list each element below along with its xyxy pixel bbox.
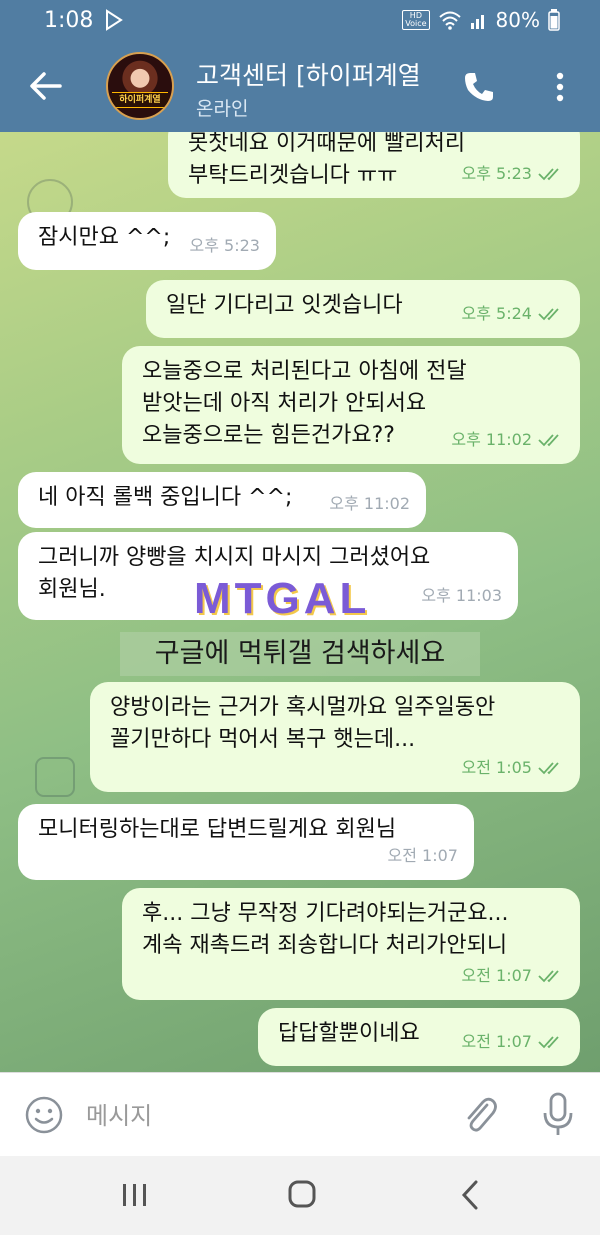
hd-voice-icon: HD Voice xyxy=(402,10,430,30)
message-bubble-incoming[interactable]: 잠시만요 ^^; 오후 5:23 xyxy=(18,212,276,270)
double-check-icon xyxy=(538,762,559,775)
play-store-icon xyxy=(106,9,123,31)
message-bubble-outgoing[interactable]: 못찻네요 이거때문에 빨리처리 부탁드리겟습니다 ㅠㅠ 오후 5:23 xyxy=(168,132,580,198)
message-text: 양방이라는 근거가 혹시멀까요 일주일동안 꼴기만하다 먹어서 복구 햇는데..… xyxy=(110,695,496,752)
microphone-icon[interactable] xyxy=(542,1091,574,1139)
arrow-left-icon[interactable] xyxy=(26,68,66,104)
status-time: 1:08 xyxy=(44,8,94,33)
battery-percent: 80% xyxy=(495,8,540,32)
watermark-caption: 구글에 먹튀갤 검색하세요 xyxy=(120,632,480,676)
chat-title[interactable]: 고객센터 [하이퍼계열 xyxy=(196,56,454,92)
message-time: 오후 5:23 xyxy=(189,236,260,255)
message-input[interactable] xyxy=(84,1093,428,1139)
avatar[interactable]: 하이퍼계열 xyxy=(106,52,174,120)
message-bubble-outgoing[interactable]: 후... 그냥 무작정 기다려야되는거군요... 계속 재촉드려 죄송합니다 처… xyxy=(122,888,580,1000)
status-indicators: HD Voice 80% xyxy=(402,8,560,32)
message-bubble-outgoing[interactable]: 답답할뿐이네요 오전 1:07 xyxy=(258,1008,580,1066)
message-time: 오전 1:05 xyxy=(461,758,532,777)
more-vert-icon[interactable] xyxy=(550,70,570,104)
message-time: 오전 1:07 xyxy=(461,966,532,985)
background-doodle-icon xyxy=(35,757,75,797)
paperclip-icon[interactable] xyxy=(460,1093,500,1137)
phone-icon[interactable] xyxy=(462,70,496,104)
double-check-icon xyxy=(538,1036,559,1049)
recent-apps-icon[interactable] xyxy=(120,1180,150,1210)
message-bubble-outgoing[interactable]: 일단 기다리고 잇겟습니다 오후 5:24 xyxy=(146,280,580,338)
message-bubble-outgoing[interactable]: 오늘중으로 처리된다고 아침에 전달 받앗는데 아직 처리가 안되서요 오늘중으… xyxy=(122,346,580,464)
message-time: 오후 11:02 xyxy=(451,430,532,449)
message-bubble-incoming[interactable]: 네 아직 롤백 중입니다 ^^; 오후 11:02 xyxy=(18,472,426,528)
message-input-bar xyxy=(0,1072,600,1157)
chat-area[interactable]: 못찻네요 이거때문에 빨리처리 부탁드리겟습니다 ㅠㅠ 오후 5:23 잠시만요… xyxy=(0,132,600,1072)
status-bar: 1:08 HD Voice 80% xyxy=(0,0,600,40)
message-time: 오전 1:07 xyxy=(461,1032,532,1051)
message-bubble-outgoing[interactable]: 양방이라는 근거가 혹시멀까요 일주일동안 꼴기만하다 먹어서 복구 햇는데..… xyxy=(90,682,580,792)
double-check-icon xyxy=(538,168,559,181)
battery-icon xyxy=(548,9,560,31)
double-check-icon xyxy=(538,970,559,983)
back-icon[interactable] xyxy=(458,1178,482,1212)
signal-icon xyxy=(470,15,484,29)
message-time: 오후 5:24 xyxy=(461,304,532,323)
system-nav-bar xyxy=(0,1156,600,1235)
message-time: 오후 11:02 xyxy=(329,494,410,513)
message-time: 오후 11:03 xyxy=(421,586,502,605)
emoji-icon[interactable] xyxy=(24,1095,64,1135)
home-icon[interactable] xyxy=(286,1178,318,1210)
watermark-logo-text: MTGAL xyxy=(194,574,371,623)
message-text: 후... 그냥 무작정 기다려야되는거군요... 계속 재촉드려 죄송합니다 처… xyxy=(142,901,509,958)
avatar-badge-text: 하이퍼계열 xyxy=(112,92,168,108)
chat-status: 온라인 xyxy=(196,98,249,120)
message-time: 오전 1:07 xyxy=(387,846,458,865)
wifi-icon xyxy=(438,11,461,30)
message-time: 오후 5:23 xyxy=(461,164,532,183)
double-check-icon xyxy=(538,308,559,321)
watermark-logo: MTGAL xyxy=(194,568,404,624)
double-check-icon xyxy=(538,434,559,447)
message-bubble-incoming[interactable]: 모니터링하는대로 답변드릴게요 회원님 오전 1:07 xyxy=(18,804,474,880)
chat-header: 하이퍼계열 고객센터 [하이퍼계열 온라인 xyxy=(0,40,600,132)
